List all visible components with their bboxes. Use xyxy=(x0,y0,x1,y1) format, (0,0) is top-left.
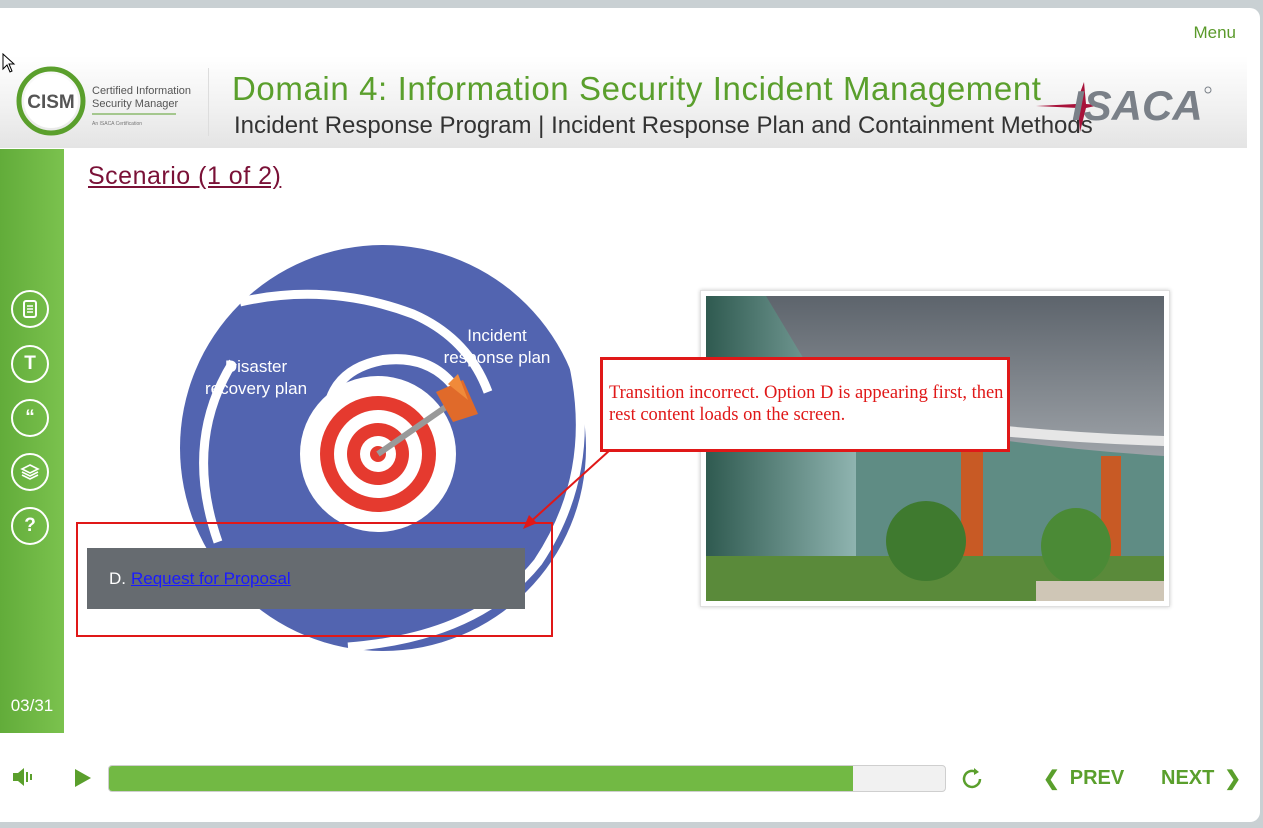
progress-bar[interactable] xyxy=(108,765,946,792)
lesson-subtitle: Incident Response Program | Incident Res… xyxy=(234,112,1093,139)
next-label: NEXT xyxy=(1161,767,1215,789)
annotation-arrow-icon xyxy=(523,449,611,529)
slide-title: Scenario (1 of 2) xyxy=(88,162,282,190)
replay-icon[interactable] xyxy=(958,765,986,793)
isaca-wordmark: ISACA xyxy=(1072,82,1203,129)
help-icon: ? xyxy=(24,515,36,536)
layers-button[interactable] xyxy=(11,453,49,491)
transcript-button[interactable]: T xyxy=(11,345,49,383)
help-button[interactable]: ? xyxy=(11,507,49,545)
layers-icon xyxy=(20,464,40,480)
logo-line2: Security Manager xyxy=(92,98,179,110)
label-disaster-recovery: Disaster recovery plan xyxy=(204,357,308,398)
annotation-highlight-box xyxy=(76,522,553,637)
isaca-logo: ISACA xyxy=(1036,82,1212,132)
transcript-icon: T xyxy=(24,353,36,374)
notes-icon xyxy=(23,300,37,318)
course-player-frame: Menu CISM Certified Information Security… xyxy=(0,8,1260,822)
domain-title: Domain 4: Information Security Incident … xyxy=(232,70,1042,107)
quote-icon: “ xyxy=(25,407,35,428)
logo-acronym: CISM xyxy=(27,92,75,113)
next-button[interactable]: NEXT ❯ xyxy=(1161,766,1241,791)
notes-button[interactable] xyxy=(11,290,49,328)
playback-controls: ❮ PREV NEXT ❯ xyxy=(0,748,1260,808)
review-annotation-note: Transition incorrect. Option D is appear… xyxy=(600,357,1010,452)
progress-fill xyxy=(109,766,854,791)
mouse-cursor-icon xyxy=(2,53,16,73)
play-icon[interactable] xyxy=(74,768,92,788)
sidebar: T “ ? 03/31 xyxy=(0,149,64,733)
slide-counter: 03/31 xyxy=(10,696,54,715)
volume-icon[interactable] xyxy=(11,766,35,788)
chevron-left-icon: ❮ xyxy=(1043,768,1060,790)
cism-logo: CISM Certified Information Security Mana… xyxy=(16,66,191,136)
prev-button[interactable]: ❮ PREV xyxy=(1043,766,1124,791)
chevron-right-icon: ❯ xyxy=(1224,768,1242,790)
header-divider xyxy=(208,68,209,136)
logo-line1: Certified Information xyxy=(92,85,191,97)
menu-link[interactable]: Menu xyxy=(1193,23,1236,43)
logo-tagline: An ISACA Certification xyxy=(92,121,142,127)
resources-button[interactable]: “ xyxy=(11,399,49,437)
prev-label: PREV xyxy=(1069,767,1125,789)
label-incident-response: Incident response plan xyxy=(443,326,551,367)
header-banner: CISM Certified Information Security Mana… xyxy=(0,56,1247,148)
